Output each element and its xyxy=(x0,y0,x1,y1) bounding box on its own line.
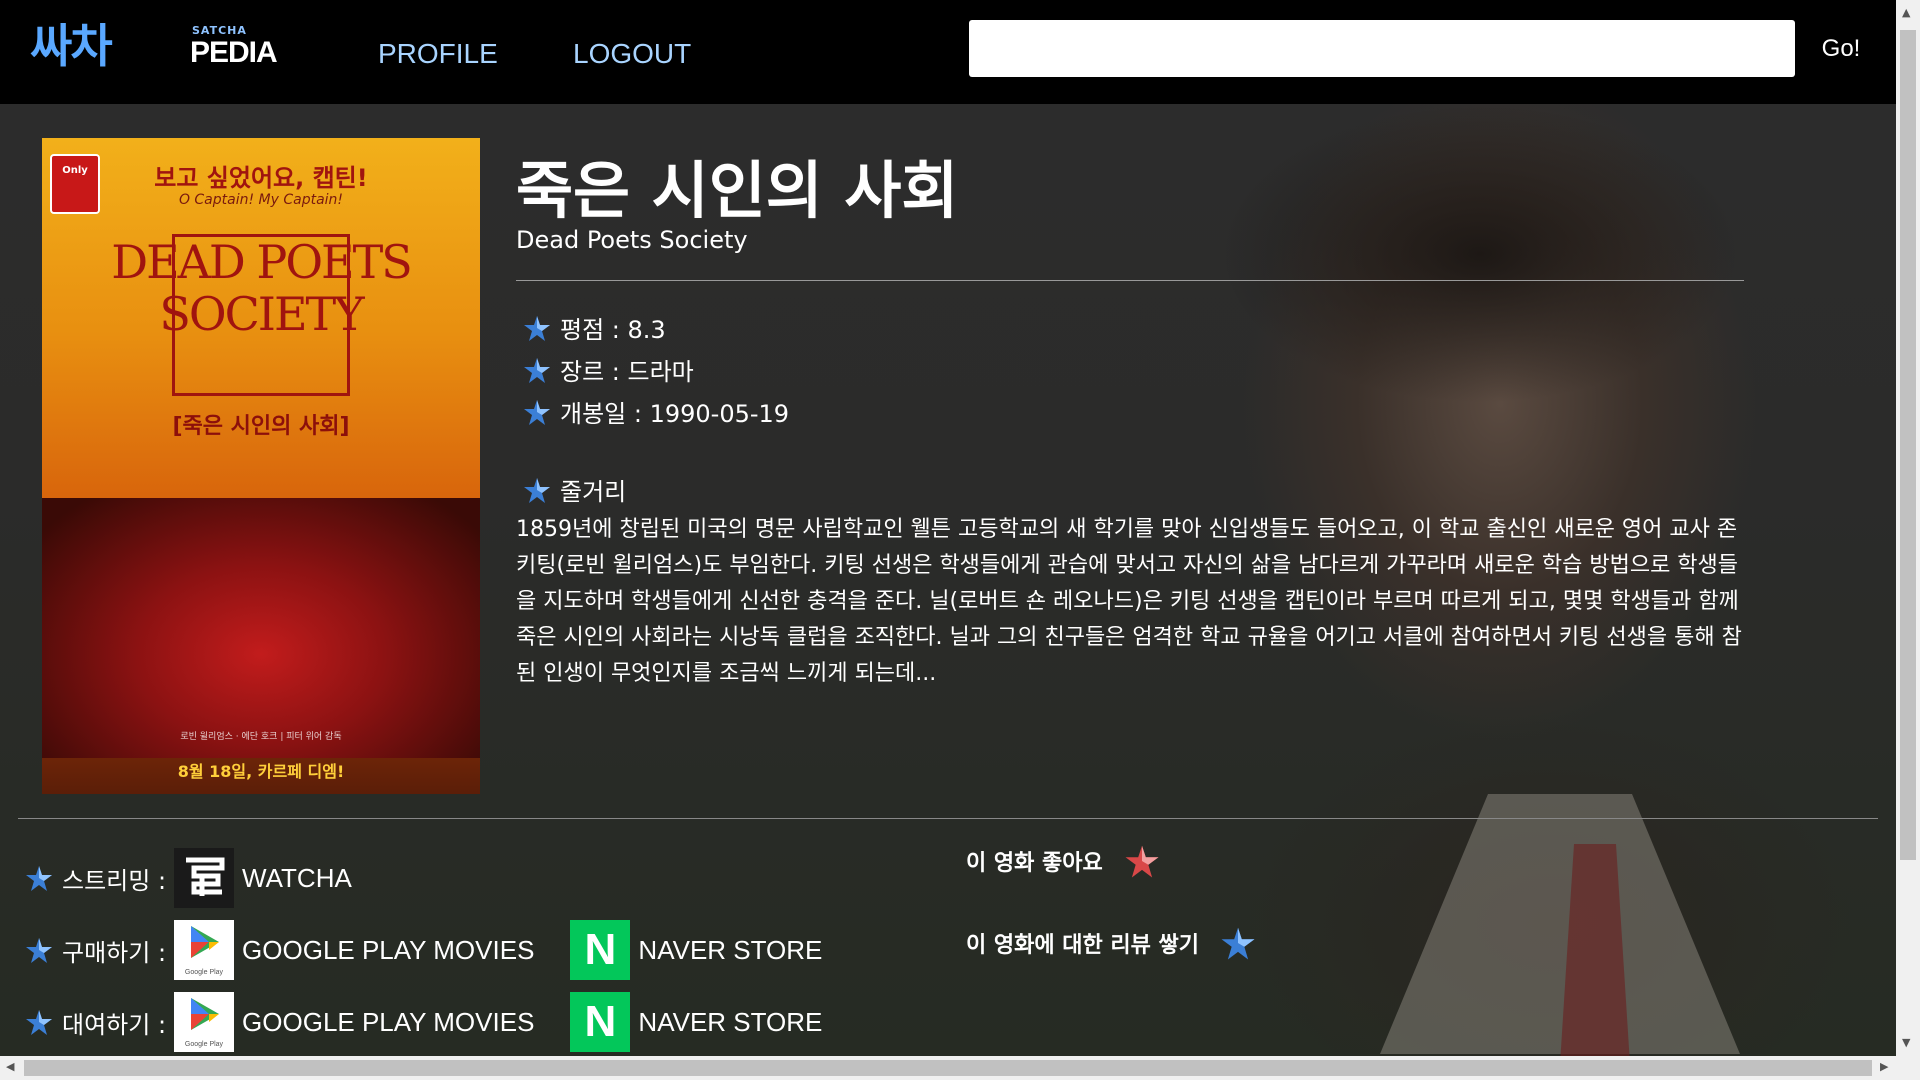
google-play-name: GOOGLE PLAY MOVIES xyxy=(242,1006,535,1037)
google-play-icon: Google Play xyxy=(174,992,235,1052)
movie-title-english: Dead Poets Society xyxy=(516,226,748,254)
like-movie-button[interactable]: 이 영화 좋아요 xyxy=(966,842,1169,880)
star-icon xyxy=(26,1010,52,1035)
navbar: 싸차 SATCHA PEDIA PROFILE LOGOUT Go! xyxy=(0,0,1896,104)
streaming-label: 스트리밍 : xyxy=(62,866,167,895)
star-red-icon xyxy=(1125,845,1159,878)
watcha-icon xyxy=(174,848,235,908)
write-review-button[interactable]: 이 영화에 대한 리뷰 쌓기 xyxy=(966,924,1265,962)
poster-crowd-image xyxy=(42,498,480,758)
search-input[interactable] xyxy=(969,20,1795,77)
rent-label: 대여하기 : xyxy=(62,1010,167,1039)
go-button[interactable]: Go! xyxy=(1796,20,1886,77)
naver-store-name: NAVER STORE xyxy=(638,934,823,965)
poster-credits: 로빈 윌리엄스 · 에단 호크 | 피터 위어 감독 xyxy=(180,732,342,742)
poster-title: DEAD POETS SOCIETY xyxy=(111,235,413,341)
backdrop-shade xyxy=(1220,104,1740,404)
buy-label: 구매하기 : xyxy=(62,938,167,967)
vertical-scroll-thumb[interactable] xyxy=(1900,30,1916,860)
release-date-text: 개봉일 : 1990-05-19 xyxy=(560,400,790,428)
poster-subtitle: [죽은 시인의 사회] xyxy=(172,414,350,439)
naver-store-buy-link[interactable]: N NAVER STORE xyxy=(570,920,822,980)
scroll-left-icon[interactable]: ◀ xyxy=(6,1060,14,1073)
satcha-pedia-logo[interactable]: 싸차 SATCHA PEDIA xyxy=(30,18,280,74)
naver-icon: N xyxy=(570,992,631,1052)
google-play-icon: Google Play xyxy=(174,920,235,980)
naver-store-rent-link[interactable]: N NAVER STORE xyxy=(570,992,822,1052)
google-play-buy-link[interactable]: Google Play GOOGLE PLAY MOVIES xyxy=(174,920,534,980)
nav-profile-link[interactable]: PROFILE xyxy=(378,38,498,70)
horizontal-scrollbar[interactable]: ◀ ▶ xyxy=(0,1056,1920,1080)
watcha-link[interactable]: WATCHA xyxy=(174,848,352,908)
divider xyxy=(18,818,1878,819)
logo-pedia-text: PEDIA xyxy=(190,36,278,69)
like-movie-label: 이 영화 좋아요 xyxy=(966,851,1103,876)
nav-logout-link[interactable]: LOGOUT xyxy=(573,38,691,70)
scroll-up-icon[interactable]: ▲ xyxy=(1902,6,1910,19)
movie-detail-section: Only 보고 싶었어요, 캡틴! O Captain! My Captain!… xyxy=(0,104,1896,1056)
backdrop-shirt xyxy=(1380,794,1740,1054)
logo-main-text: 싸차 xyxy=(30,19,113,73)
poster-release-line: 8월 18일, 카르페 디엠! xyxy=(177,762,345,781)
divider xyxy=(516,280,1744,281)
movie-poster: Only 보고 싶었어요, 캡틴! O Captain! My Captain!… xyxy=(42,138,480,794)
google-play-icon-text: Google Play xyxy=(185,1041,224,1048)
star-icon xyxy=(524,477,550,503)
plot-text: 1859년에 창립된 미국의 명문 사립학교인 웰튼 고등학교의 새 학기를 맞… xyxy=(516,517,1742,686)
naver-icon: N xyxy=(570,920,631,980)
rating-row: 평점 : 8.3 xyxy=(522,310,666,345)
genre-text: 장르 : 드라마 xyxy=(560,358,694,386)
star-icon xyxy=(524,315,550,341)
watcha-name: WATCHA xyxy=(242,862,352,893)
star-icon xyxy=(524,399,550,425)
star-icon xyxy=(26,938,52,963)
google-play-name: GOOGLE PLAY MOVIES xyxy=(242,934,535,965)
scroll-right-icon[interactable]: ▶ xyxy=(1880,1060,1888,1073)
write-review-label: 이 영화에 대한 리뷰 쌓기 xyxy=(966,933,1200,958)
vertical-scrollbar[interactable]: ▲ ▼ xyxy=(1896,0,1920,1056)
google-play-rent-link[interactable]: Google Play GOOGLE PLAY MOVIES xyxy=(174,992,534,1052)
star-icon xyxy=(26,866,52,891)
movie-title-korean: 죽은 시인의 사회 xyxy=(516,154,959,227)
streaming-row: 스트리밍 : WATCHA xyxy=(24,848,388,908)
buy-row: 구매하기 : Google Play GOOGLE PLAY MOVIES N … xyxy=(24,920,858,980)
plot-label: 줄거리 xyxy=(560,478,627,506)
google-play-icon-text: Google Play xyxy=(185,969,224,976)
release-row: 개봉일 : 1990-05-19 xyxy=(522,394,789,429)
rent-row: 대여하기 : Google Play GOOGLE PLAY MOVIES N … xyxy=(24,992,858,1052)
plot-label-row: 줄거리 xyxy=(522,472,626,507)
horizontal-scroll-thumb[interactable] xyxy=(24,1060,1872,1076)
star-icon xyxy=(524,357,550,383)
poster-tagline: 보고 싶었어요, 캡틴! xyxy=(154,164,368,192)
rating-text: 평점 : 8.3 xyxy=(560,316,666,344)
poster-tagline-en: O Captain! My Captain! xyxy=(178,192,344,208)
star-icon xyxy=(1221,927,1255,960)
scroll-down-icon[interactable]: ▼ xyxy=(1902,1036,1910,1049)
naver-store-name: NAVER STORE xyxy=(638,1006,823,1037)
genre-row: 장르 : 드라마 xyxy=(522,352,694,387)
